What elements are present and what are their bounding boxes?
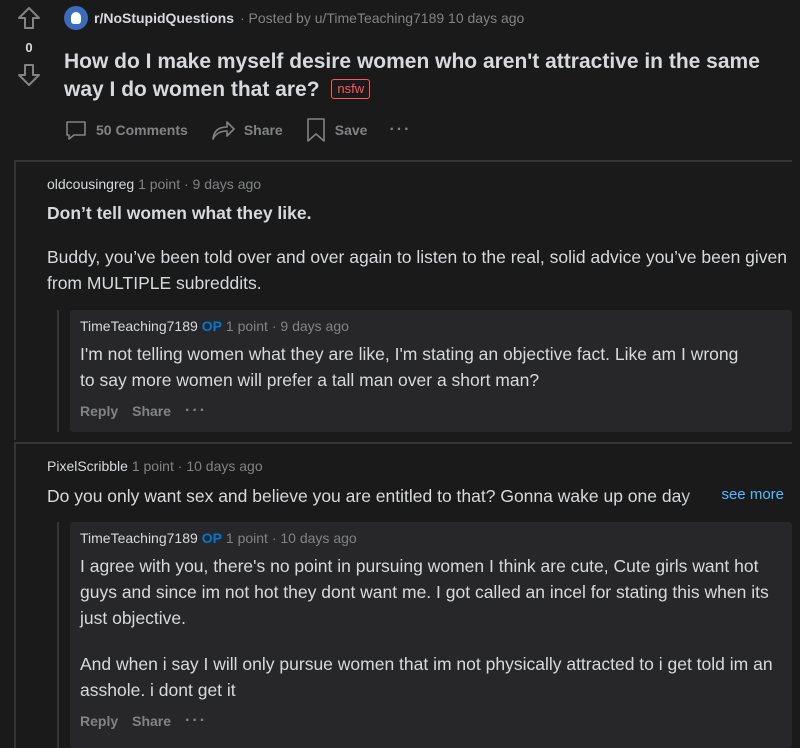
comment-bold-line: Don’t tell women what they like. xyxy=(47,203,312,223)
comments-label: 50 Comments xyxy=(96,122,188,138)
vote-column: 0 xyxy=(14,6,44,87)
reply-comment: TimeTeaching7189 OP 1 point · 10 days ago… xyxy=(57,522,792,748)
share-icon xyxy=(212,121,235,140)
share-label: Share xyxy=(243,122,283,138)
thread-line[interactable] xyxy=(57,522,59,748)
comment-meta: TimeTeaching7189 OP 1 point · 9 days ago xyxy=(80,318,349,334)
share-button[interactable]: Share xyxy=(132,713,171,729)
comment-age: · 9 days ago xyxy=(271,318,349,334)
comment-author[interactable]: TimeTeaching7189 xyxy=(80,530,198,546)
comment-body: I agree with you, there's no point in pu… xyxy=(80,556,769,628)
post-header: r/NoStupidQuestions · Posted by u/TimeTe… xyxy=(64,6,790,104)
comment-meta: oldcousingreg 1 point · 9 days ago xyxy=(47,176,261,192)
comment-meta: PixelScribble 1 point · 10 days ago xyxy=(47,458,263,474)
comment-actions: Reply Share ··· xyxy=(80,402,221,420)
comment-body-truncated: Do you only want sex and believe you are… xyxy=(47,486,691,506)
thread-line[interactable] xyxy=(14,444,16,748)
see-more-link[interactable]: see more xyxy=(713,486,784,503)
comment-age: · 9 days ago xyxy=(184,176,262,192)
comment-icon xyxy=(66,121,86,140)
more-options-button[interactable]: ··· xyxy=(185,402,207,420)
post-actions: 50 Comments Share Save ··· xyxy=(64,117,433,143)
comment-meta: TimeTeaching7189 OP 1 point · 10 days ago xyxy=(80,530,357,546)
comment-author[interactable]: PixelScribble xyxy=(47,458,128,474)
comment-points: 1 point xyxy=(225,530,268,546)
post-title[interactable]: How do I make myself desire women who ar… xyxy=(64,48,789,104)
comment-points: 1 point xyxy=(138,176,181,192)
post-title-text: How do I make myself desire women who ar… xyxy=(64,50,760,101)
comment-thread: oldcousingreg 1 point · 9 days ago Don’t… xyxy=(14,162,792,440)
comment-actions: Reply Share ··· xyxy=(80,712,221,730)
posted-by: · Posted by u/TimeTeaching7189 xyxy=(240,10,445,26)
comment-body-paragraph-2: And when i say I will only pursue women … xyxy=(80,654,773,700)
op-badge: OP xyxy=(201,318,223,334)
reply-button[interactable]: Reply xyxy=(80,713,118,729)
more-options-button[interactable]: ··· xyxy=(185,712,207,730)
comment-author[interactable]: oldcousingreg xyxy=(47,176,134,192)
comment-points: 1 point xyxy=(225,318,268,334)
comment-thread: PixelScribble 1 point · 10 days ago Do y… xyxy=(14,444,792,748)
op-badge: OP xyxy=(201,530,223,546)
thread-line[interactable] xyxy=(14,162,16,440)
vote-count: 0 xyxy=(25,40,33,55)
post-meta: r/NoStupidQuestions · Posted by u/TimeTe… xyxy=(64,6,790,30)
save-label: Save xyxy=(334,122,368,138)
comment-points: 1 point xyxy=(131,458,174,474)
upvote-icon[interactable] xyxy=(14,6,44,30)
share-button[interactable]: Share xyxy=(132,403,171,419)
comments-button[interactable]: 50 Comments xyxy=(64,118,188,142)
reply-button[interactable]: Reply xyxy=(80,403,118,419)
comment-body: I'm not telling women what they are like… xyxy=(80,344,739,390)
post-age: 10 days ago xyxy=(448,10,525,26)
comment-age: · 10 days ago xyxy=(177,458,263,474)
bookmark-icon xyxy=(306,118,325,142)
reply-comment: TimeTeaching7189 OP 1 point · 9 days ago … xyxy=(57,310,792,432)
comment-age: · 10 days ago xyxy=(271,530,357,546)
save-button[interactable]: Save xyxy=(305,117,368,143)
share-button[interactable]: Share xyxy=(210,118,283,142)
thread-line[interactable] xyxy=(57,310,59,432)
downvote-icon[interactable] xyxy=(14,63,44,87)
comment-author[interactable]: TimeTeaching7189 xyxy=(80,318,198,334)
nsfw-badge: nsfw xyxy=(331,79,371,99)
subreddit-icon[interactable] xyxy=(64,6,88,30)
subreddit-link[interactable]: r/NoStupidQuestions xyxy=(94,10,234,26)
comment-body: Buddy, you’ve been told over and over ag… xyxy=(47,247,788,293)
more-options-button[interactable]: ··· xyxy=(389,121,411,139)
